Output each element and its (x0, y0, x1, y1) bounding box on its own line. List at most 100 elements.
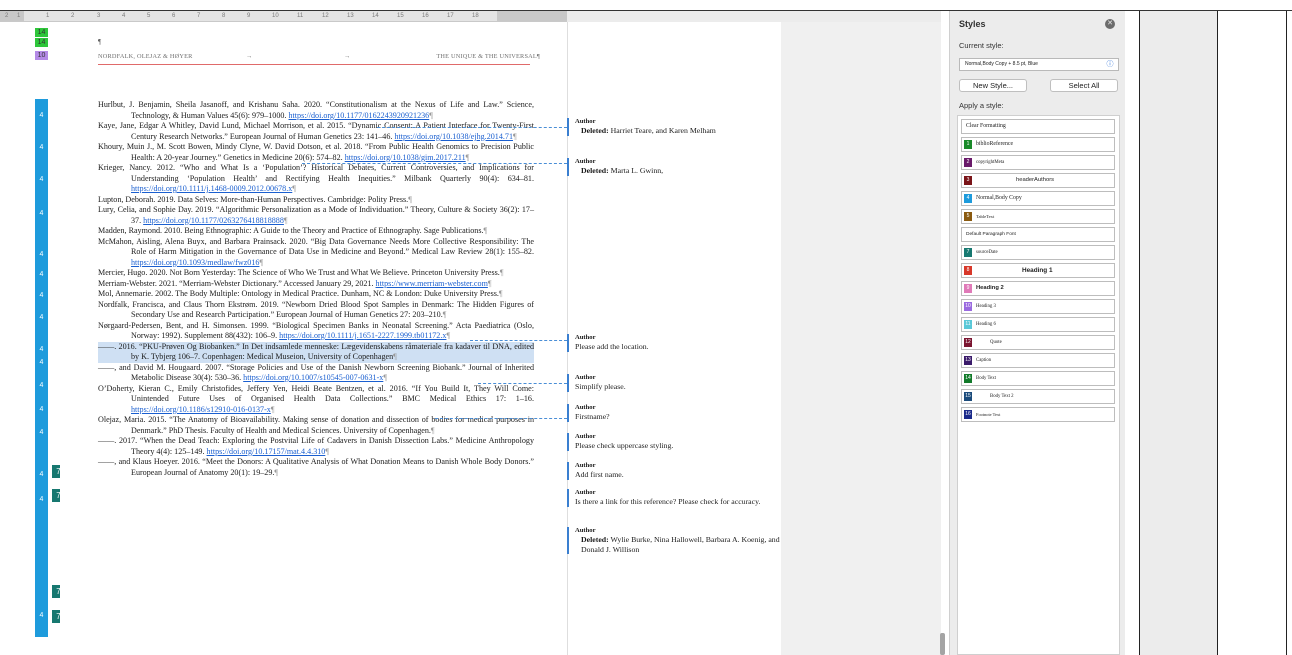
style-area-strip[interactable]: 4 4 4 4 4 4 4 4 4 4 4 4 4 4 4 4 (35, 99, 48, 637)
doi-link[interactable]: https://doi.org/10.17157/mat.4.4.310 (207, 447, 326, 456)
style-number: 4 (39, 496, 44, 503)
comment-balloon[interactable]: Author Simplify please. (567, 374, 780, 392)
style-number: 4 (39, 176, 44, 183)
doi-link[interactable]: https://doi.org/10.1177/0263276418818888 (143, 216, 284, 225)
reference-entry[interactable]: Mol, Annemarie. 2002. The Body Multiple:… (98, 289, 534, 300)
doi-link[interactable]: https://doi.org/10.1007/s10545-007-0631-… (243, 373, 383, 382)
reference-entry[interactable]: ——. 2017. “When the Dead Teach: Explorin… (98, 436, 534, 457)
style-item-caption[interactable]: 13 Caption (961, 353, 1115, 368)
comment-author: Author (575, 404, 596, 411)
comment-balloon[interactable]: Author Please check uppercase styling. (567, 433, 780, 451)
doi-link[interactable]: https://doi.org/10.1186/s12910-016-0137-… (131, 405, 271, 414)
style-item-headerauthors[interactable]: 3 headerAuthors (961, 173, 1115, 188)
reference-entry[interactable]: Merriam-Webster. 2021. “Merriam-Webster … (98, 279, 534, 290)
reference-entry[interactable]: ——, and David M. Hougaard. 2007. “Storag… (98, 363, 534, 384)
reference-entry[interactable]: Hurlbut, J. Benjamin, Sheila Jasanoff, a… (98, 100, 534, 121)
style-item-normal-body-copy[interactable]: 4 Normal,Body Copy (961, 191, 1115, 206)
doi-link[interactable]: https://doi.org/10.1093/medlaw/fwz016 (131, 258, 259, 267)
header-tab: → (344, 53, 351, 60)
ruler-tick: 17 (447, 13, 454, 19)
doi-link[interactable]: https://doi.org/10.1111/j.1468-0009.2012… (131, 184, 292, 193)
close-icon[interactable]: ✕ (1105, 19, 1115, 29)
comment-balloon[interactable]: Author Please add the location. (567, 334, 780, 352)
style-item-footnote-text[interactable]: 16 Footnote Text (961, 407, 1115, 422)
comment-text: Harriet Teare, and Karen Melham (610, 126, 716, 135)
reference-entry[interactable]: McMahon, Aisling, Alena Buyx, and Barbar… (98, 237, 534, 269)
style-item-body-text-2[interactable]: 15 Body Text 2 (961, 389, 1115, 404)
reference-entry[interactable]: Nordfalk, Francisca, and Claus Thorn Eks… (98, 300, 534, 321)
reference-entry[interactable]: O’Doherty, Kieran C., Emily Christofides… (98, 384, 534, 416)
style-item-heading-6[interactable]: 11 Heading 6 (961, 317, 1115, 332)
comment-balloon[interactable]: Author Add first name. (567, 462, 780, 480)
ruler-margin-left (0, 11, 24, 21)
deleted-label: Deleted: (581, 126, 609, 135)
style-item-heading-1[interactable]: 8 Heading 1 (961, 263, 1115, 278)
comment-bar (567, 374, 569, 392)
side-column (1218, 11, 1286, 655)
style-item-tabletext[interactable]: 5 TableText (961, 209, 1115, 224)
reference-entry[interactable]: Madden, Raymond. 2010. Being Ethnographi… (98, 226, 534, 237)
document-background (781, 22, 941, 655)
comment-text: Firstname? (575, 412, 610, 421)
styles-pane: Styles ✕ Current style: Normal,Body Copy… (949, 11, 1125, 655)
comment-text: Add first name. (575, 470, 624, 479)
horizontal-ruler[interactable]: 2 1 1 2 3 4 5 6 7 8 9 10 11 12 13 14 15 … (0, 11, 567, 22)
style-item-sourcedate[interactable]: 7 sourceDate (961, 245, 1115, 260)
style-area-chip[interactable]: 14 (35, 38, 48, 47)
comment-text: Is there a link for this reference? Plea… (575, 497, 761, 506)
style-area-chip[interactable]: 14 (35, 28, 48, 37)
vertical-scrollbar-thumb[interactable] (940, 633, 945, 655)
ruler-tick: 18 (472, 13, 479, 19)
ruler-tick: 6 (172, 13, 176, 19)
style-item-quote[interactable]: 12 Quote (961, 335, 1115, 350)
reference-entry-selected[interactable]: ——. 2016. “PKU-Prøven Og Biobanken.” In … (98, 341, 534, 363)
doi-link[interactable]: https://doi.org/10.1038/gim.2017.211 (345, 153, 466, 162)
reference-entry[interactable]: Lury, Celia, and Sophie Day. 2019. “Algo… (98, 205, 534, 226)
ruler-tick: 2 (5, 13, 9, 19)
comment-balloon[interactable]: Author Firstname? (567, 404, 780, 422)
style-item-heading-2[interactable]: 9 Heading 2 (961, 281, 1115, 296)
style-item-copyrightmeta[interactable]: 2 copyrightMeta (961, 155, 1115, 170)
reference-entry[interactable]: ——, and Klaus Hoeyer. 2016. “Meet the Do… (98, 457, 534, 478)
ruler-tick: 2 (71, 13, 75, 19)
style-number: 4 (39, 210, 44, 217)
comment-balloon[interactable]: Author Deleted: Marta L. Gwinn, (567, 158, 780, 176)
comment-bar (567, 334, 569, 352)
current-style-field[interactable]: Normal,Body Copy + 8.5 pt, Blue ⓘ (959, 58, 1119, 71)
comment-balloon[interactable]: Author Deleted: Wylie Burke, Nina Hallow… (567, 527, 780, 554)
style-number: 4 (39, 429, 44, 436)
reference-entry[interactable]: Nørgaard-Pedersen, Bent, and H. Simonsen… (98, 321, 534, 342)
ruler-tick: 7 (197, 13, 201, 19)
new-style-button[interactable]: New Style... (959, 79, 1027, 92)
reference-entry[interactable]: Lupton, Deborah. 2019. Data Selves: More… (98, 195, 534, 206)
select-all-button[interactable]: Select All (1050, 79, 1118, 92)
comment-balloon[interactable]: Author Is there a link for this referenc… (567, 489, 780, 507)
reference-entry[interactable]: Khoury, Muin J., M. Scott Bowen, Mindy C… (98, 142, 534, 163)
document-page[interactable]: ¶ NORDFALK, OLEJAZ & HØYER → → THE UNIQU… (60, 22, 568, 655)
doi-link[interactable]: https://doi.org/10.1177/0162243920921236 (288, 111, 429, 120)
style-item-body-text[interactable]: 14 Body Text (961, 371, 1115, 386)
web-link[interactable]: https://www.merriam- (376, 279, 448, 288)
comment-author: Author (575, 489, 596, 496)
style-item-default-paragraph-font[interactable]: Default Paragraph Font (961, 227, 1115, 242)
style-item-biblioreference[interactable]: 1 biblioReference (961, 137, 1115, 152)
style-list[interactable]: Clear Formatting 1 biblioReference 2 copyr… (957, 115, 1120, 655)
comment-author: Author (575, 118, 596, 125)
doi-link[interactable]: https://doi.org/10.1111/j.1651-2227.1999… (279, 331, 446, 340)
ruler-tick: 1 (46, 13, 50, 19)
web-link[interactable]: webster.com (447, 279, 488, 288)
doi-link[interactable]: https://doi.org/10.1038/ejhg.2014.71 (394, 132, 513, 141)
ruler-tick: 10 (272, 13, 279, 19)
style-area-chip[interactable]: 10 (35, 51, 48, 60)
comment-text: Marta L. Gwinn, (610, 166, 664, 175)
comment-author: Author (575, 527, 596, 534)
reference-entry[interactable]: Mercier, Hugo. 2020. Not Born Yesterday:… (98, 268, 534, 279)
style-item-heading-3[interactable]: 10 Heading 3 (961, 299, 1115, 314)
reference-entry[interactable]: Krieger, Nancy. 2012. “Who and What Is a… (98, 163, 534, 195)
reference-list[interactable]: Hurlbut, J. Benjamin, Sheila Jasanoff, a… (98, 100, 534, 478)
comment-text: Wylie Burke, Nina Hallowell, Barbara A. … (581, 535, 780, 554)
reference-entry[interactable]: Kaye, Jane, Edgar A Whitley, David Lund,… (98, 121, 534, 142)
comment-balloon[interactable]: Author Deleted: Harriet Teare, and Karen… (567, 118, 780, 136)
style-item-clear-formatting[interactable]: Clear Formatting (961, 119, 1115, 134)
style-info-icon[interactable]: ⓘ (1106, 60, 1114, 69)
